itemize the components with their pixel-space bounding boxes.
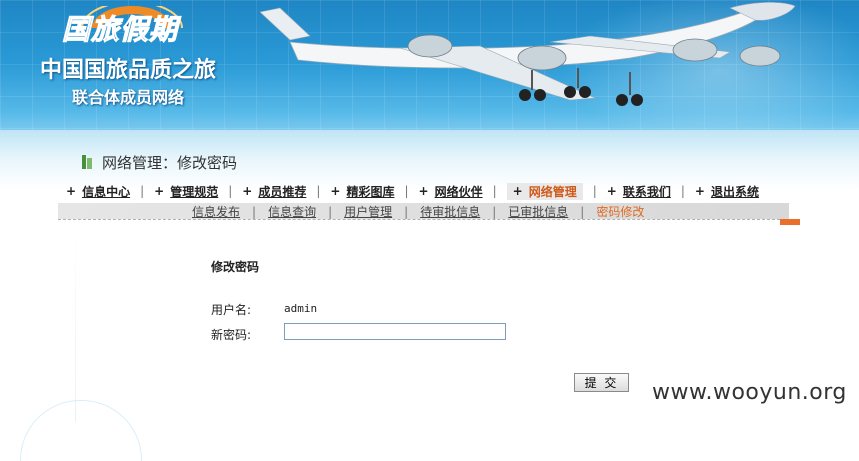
nav-item-gallery[interactable]: + 精彩图库 <box>330 183 394 200</box>
subnav-separator: | <box>404 204 409 219</box>
main-nav: + 信息中心 | + 管理规范 | + 成员推荐 | + 精彩图库 | + 网络伙伴 | … <box>66 182 759 200</box>
accent-block <box>780 219 800 225</box>
nav-item-network-management[interactable]: + 网络管理 <box>506 182 583 200</box>
plus-icon: + <box>242 184 253 198</box>
sub-nav: 信息发布 | 信息查询 | 用户管理 | 待审批信息 | 已审批信息 | 密码修… <box>192 203 644 220</box>
nav-item-label: 精彩图库 <box>346 184 395 199</box>
nav-item-label: 联系我们 <box>622 184 671 199</box>
nav-separator: | <box>140 184 145 198</box>
nav-separator: | <box>492 184 497 198</box>
slogan-line-1: 中国国旅品质之旅 <box>40 58 217 83</box>
username-value: admin <box>284 302 318 315</box>
subnav-item-approved[interactable]: 已审批信息 <box>508 203 568 220</box>
nav-item-management-rules[interactable]: + 管理规范 <box>154 183 218 200</box>
nav-item-label: 成员推荐 <box>258 184 307 199</box>
plus-icon: + <box>154 184 165 198</box>
subnav-separator: | <box>492 204 497 219</box>
slogan-line-2: 联合体成员网络 <box>72 88 185 107</box>
watermark-text: www.wooyun.org <box>652 380 847 405</box>
subnav-separator: | <box>328 204 333 219</box>
subnav-item-query[interactable]: 信息查询 <box>268 203 316 220</box>
decorative-arc <box>20 400 142 461</box>
subnav-item-publish[interactable]: 信息发布 <box>192 203 240 220</box>
nav-item-label: 网络伙伴 <box>434 184 483 199</box>
nav-item-label: 管理规范 <box>170 184 219 199</box>
plus-icon: + <box>330 184 341 198</box>
nav-item-contact-us[interactable]: + 联系我们 <box>607 183 671 200</box>
nav-separator: | <box>404 184 409 198</box>
content-left-border <box>75 222 76 422</box>
subnav-item-change-password[interactable]: 密码修改 <box>596 203 644 220</box>
nav-item-label: 退出系统 <box>710 184 759 199</box>
nav-item-label: 网络管理 <box>528 184 577 199</box>
subnav-item-user-management[interactable]: 用户管理 <box>344 203 392 220</box>
nav-item-network-partners[interactable]: + 网络伙伴 <box>419 183 483 200</box>
subnav-separator: | <box>252 204 257 219</box>
title-marker-icon <box>82 155 86 169</box>
page-title: 网络管理：修改密码 <box>102 154 238 172</box>
header-banner: 国旅假期 中国国旅品质之旅 联合体成员网络 <box>0 0 859 140</box>
nav-item-info-center[interactable]: + 信息中心 <box>66 183 130 200</box>
nav-item-label: 信息中心 <box>82 184 131 199</box>
subnav-separator: | <box>580 204 585 219</box>
form-title: 修改密码 <box>211 260 260 274</box>
title-marker-icon-2 <box>87 158 92 169</box>
username-label: 用户名: <box>211 303 252 317</box>
plus-icon: + <box>418 184 429 198</box>
airplane-illustration <box>259 2 796 106</box>
plus-icon: + <box>66 184 77 198</box>
logo-text: 国旅假期 <box>61 13 179 47</box>
nav-separator: | <box>680 184 685 198</box>
new-password-input[interactable] <box>284 323 506 340</box>
plus-icon: + <box>694 184 705 198</box>
subnav-item-pending[interactable]: 待审批信息 <box>420 203 480 220</box>
nav-separator: | <box>316 184 321 198</box>
nav-item-logout[interactable]: + 退出系统 <box>695 183 759 200</box>
nav-separator: | <box>228 184 233 198</box>
plus-icon: + <box>606 184 617 198</box>
submit-button[interactable]: 提 交 <box>574 373 629 392</box>
plus-icon: + <box>512 184 523 198</box>
nav-item-member-recommend[interactable]: + 成员推荐 <box>242 183 306 200</box>
nav-separator: | <box>592 184 597 198</box>
new-password-label: 新密码: <box>211 328 252 342</box>
